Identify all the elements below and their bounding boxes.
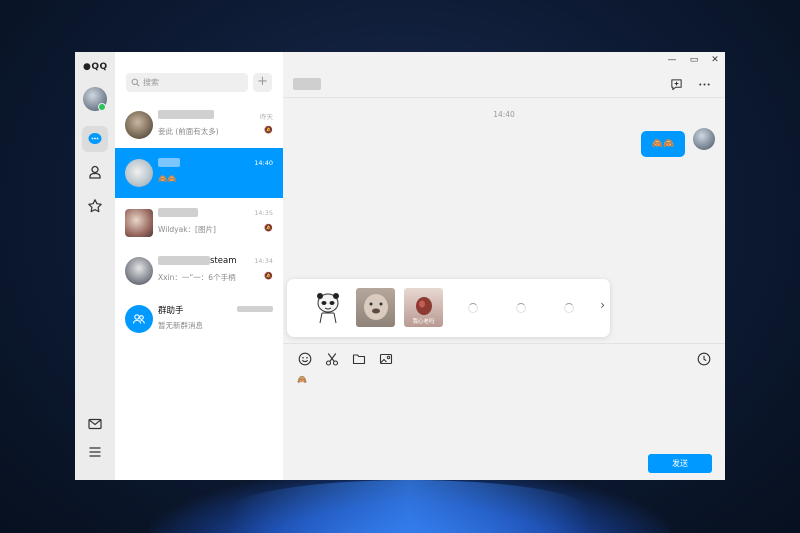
conversation-row[interactable]: steam 14:34 Xxin：一“一：6个手柄 🔕	[115, 246, 283, 296]
conversation-name	[158, 110, 214, 120]
smiley-icon	[298, 352, 312, 366]
chevron-right-icon[interactable]: ›	[600, 298, 605, 312]
scissors-icon	[325, 353, 339, 366]
sticker-loading[interactable]	[549, 288, 588, 327]
chat-title	[293, 78, 321, 90]
conversation-name	[158, 158, 180, 168]
sticker-item[interactable]: 我心老吗	[404, 288, 443, 327]
sticker-loading[interactable]	[453, 288, 492, 327]
star-icon	[88, 199, 102, 213]
conversation-time: 14:40	[254, 159, 273, 167]
wallpaper-swirl	[230, 480, 590, 533]
chat-pane: — ▭ ✕ 14:40 🙈🙈 我心老吗 › 🙈 发送	[283, 52, 725, 480]
sticker-item[interactable]	[308, 288, 347, 327]
conversation-row-group-assistant[interactable]: 群助手 暂无新群消息	[115, 294, 283, 344]
emoji-button[interactable]	[297, 351, 313, 367]
conversation-avatar	[125, 111, 153, 139]
nav-mail[interactable]	[82, 411, 108, 437]
conversation-preview: 🙈🙈	[158, 174, 177, 183]
panda-face-sticker-icon	[316, 292, 339, 323]
image-button[interactable]	[378, 351, 394, 367]
message-timestamp: 14:40	[493, 110, 515, 119]
message-bubble-icon	[88, 133, 102, 144]
sender-avatar[interactable]	[693, 128, 715, 150]
hamburger-menu-icon	[89, 447, 101, 457]
conversation-preview: 暂无新群消息	[158, 321, 203, 330]
online-status-dot	[98, 103, 106, 111]
conversation-preview: 妾此 (前面有太多)	[158, 127, 219, 136]
conversation-preview: Xxin：一“一：6个手柄	[158, 273, 236, 282]
sent-message-bubble[interactable]: 🙈🙈	[641, 131, 685, 157]
mute-bell-icon: 🔕	[264, 224, 273, 232]
file-button[interactable]	[351, 351, 367, 367]
conversation-time: 昨天	[260, 113, 273, 121]
nav-favorites[interactable]	[82, 193, 108, 219]
conversation-row[interactable]: 昨天 妾此 (前面有太多) 🔕	[115, 100, 283, 150]
add-chat-button[interactable]	[668, 76, 684, 92]
restore-icon[interactable]: ▭	[687, 55, 701, 65]
history-button[interactable]	[696, 351, 712, 367]
sticker-suggestion-panel: 我心老吗 ›	[287, 279, 610, 337]
mute-bell-icon: 🔕	[264, 272, 273, 280]
conversation-name: steam	[158, 256, 236, 266]
send-button[interactable]: 发送	[648, 454, 712, 473]
chat-header: — ▭ ✕	[283, 52, 725, 98]
more-dots-icon	[698, 82, 710, 86]
loading-spinner-icon	[563, 302, 574, 313]
conversation-time: 14:34	[254, 257, 273, 265]
close-icon[interactable]: ✕	[708, 55, 722, 65]
conversation-avatar	[125, 159, 153, 187]
group-assistant-avatar	[125, 305, 153, 333]
conversation-avatar	[125, 209, 153, 237]
search-icon	[131, 78, 140, 87]
conversation-row[interactable]: 14:35 Wildyak：[图片] 🔕	[115, 198, 283, 248]
clock-icon	[697, 352, 711, 366]
mail-icon	[88, 418, 102, 430]
qq-logo: ●QQ	[83, 62, 108, 72]
add-chat-icon	[670, 78, 682, 90]
bear-meme-sticker-icon	[363, 293, 388, 320]
person-icon	[89, 165, 101, 179]
nav-messages[interactable]	[82, 126, 108, 152]
search-input[interactable]	[143, 78, 241, 87]
conversation-time	[237, 305, 273, 313]
add-button[interactable]: +	[253, 73, 272, 92]
screenshot-button[interactable]	[324, 351, 340, 367]
draft-text[interactable]: 🙈	[297, 375, 307, 384]
sticker-loading[interactable]	[501, 288, 540, 327]
nav-contacts[interactable]	[82, 159, 108, 185]
loading-spinner-icon	[467, 302, 478, 313]
sticker-caption: 我心老吗	[412, 319, 435, 325]
group-people-icon	[132, 314, 145, 324]
loading-spinner-icon	[515, 302, 526, 313]
mute-bell-icon: 🔕	[264, 126, 273, 134]
sticker-item[interactable]	[356, 288, 395, 327]
nav-rail: ●QQ	[75, 52, 115, 480]
conversation-name	[158, 208, 198, 218]
folder-icon	[352, 354, 366, 365]
message-editor[interactable]: 🙈 发送	[283, 343, 725, 480]
conversation-row-selected[interactable]: 14:40 🙈🙈	[115, 148, 283, 198]
nav-menu[interactable]	[82, 439, 108, 465]
minimize-icon[interactable]: —	[665, 55, 679, 65]
conversation-list: + 昨天 妾此 (前面有太多) 🔕 14:40 🙈🙈 14:35 Wildyak…	[115, 52, 283, 480]
more-options-button[interactable]	[696, 76, 712, 92]
conversation-name: 群助手	[158, 306, 184, 316]
search-box[interactable]	[126, 73, 248, 92]
conversation-avatar	[125, 257, 153, 285]
conversation-preview: Wildyak：[图片]	[158, 225, 216, 234]
image-icon	[379, 353, 393, 365]
qq-window: ●QQ + 昨天 妾此 (前面有太多)	[75, 52, 725, 480]
conversation-time: 14:35	[254, 209, 273, 217]
